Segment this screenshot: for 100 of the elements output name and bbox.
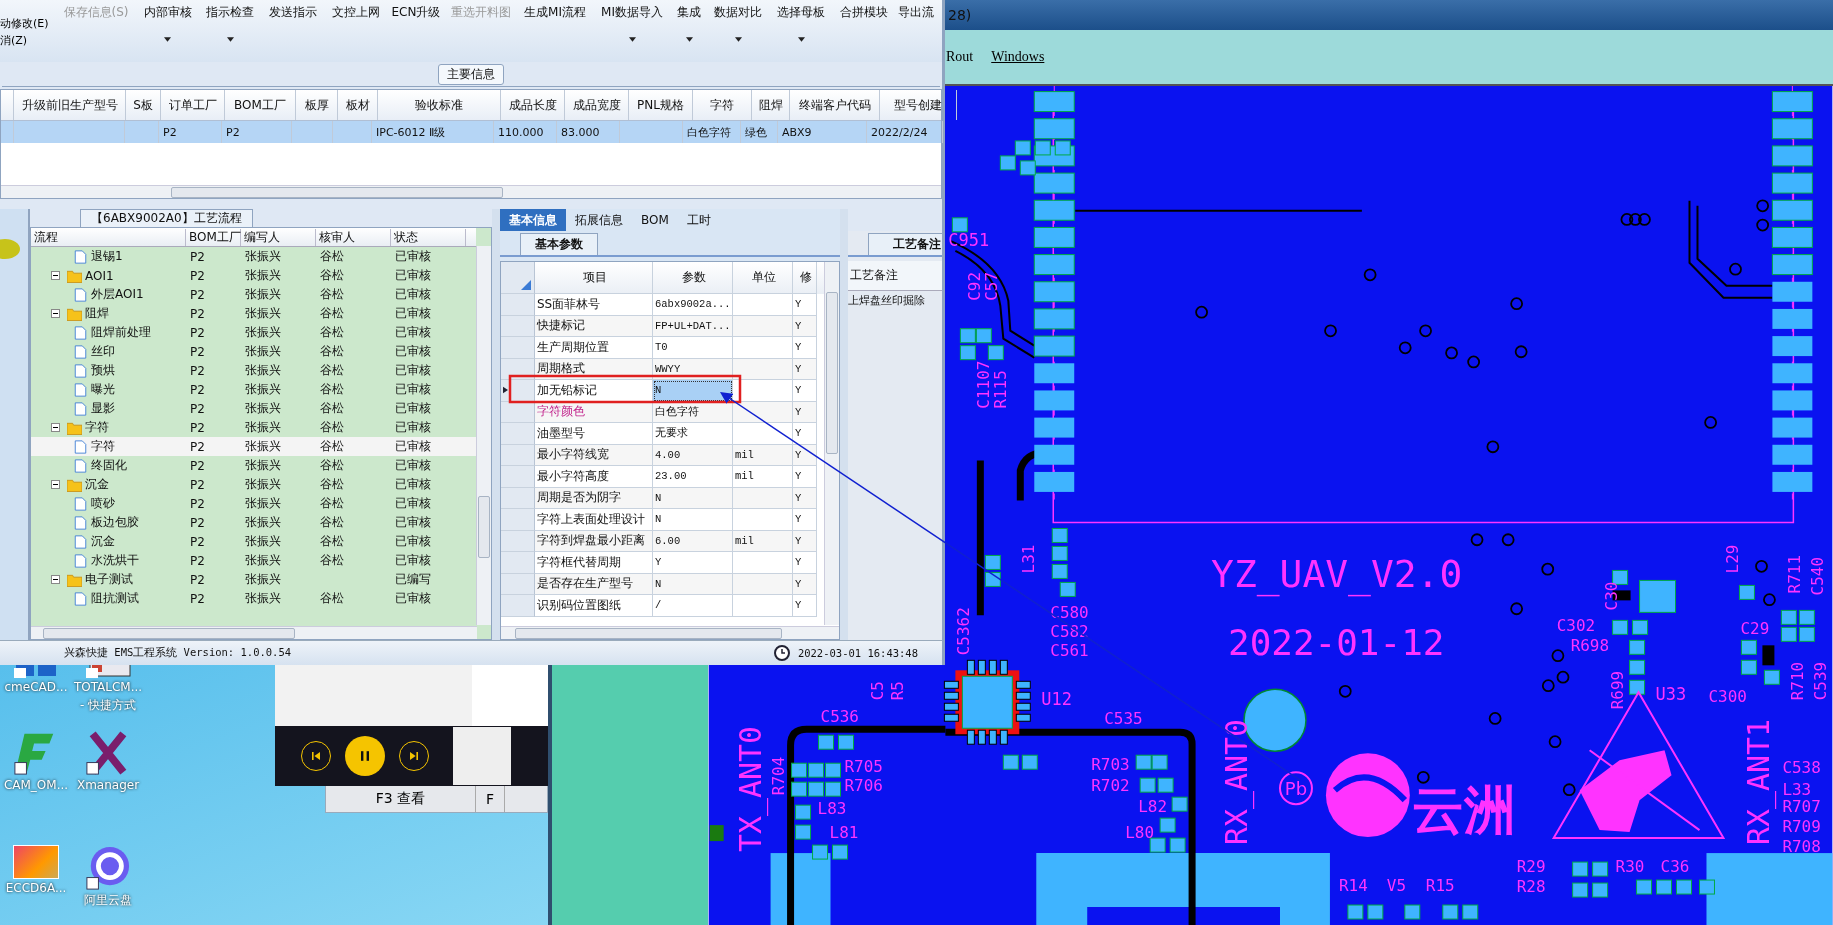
tree-item-label: 喷砂 [91, 495, 115, 512]
column-header[interactable]: 终端客户代码 [790, 90, 880, 120]
silkscreen-label: R28 [1516, 877, 1546, 897]
tree-row[interactable]: AOI1 P2 张振兴 谷松 已审核 [31, 266, 476, 285]
column-header[interactable]: 升级前旧生产型号 [14, 90, 126, 120]
table-cell: P2 [190, 325, 205, 340]
column-header[interactable]: S板 [126, 90, 161, 120]
tree-row[interactable]: 字符 P2 张振兴 谷松 已审核 [31, 418, 476, 437]
table-cell: Y [793, 466, 817, 488]
table-row[interactable]: P2 P2 IPC-6012 Ⅱ级 110.000 83.000 白色字符 绿色 ABX9 2022/2/24 [1, 121, 941, 143]
tree-item-label: 退锡1 [91, 248, 123, 265]
toolbar-button[interactable]: 内部审核 [136, 4, 199, 42]
column-header[interactable]: PNL规格 [629, 90, 693, 120]
column-header[interactable]: 状态 [391, 228, 466, 246]
tree-item-label: 阻抗测试 [91, 590, 139, 607]
column-header[interactable]: BOM工厂 [186, 228, 241, 246]
tree-row[interactable]: 预烘 P2 张振兴 谷松 已审核 [31, 361, 476, 380]
menu-item[interactable]: Rout [944, 49, 976, 65]
column-header[interactable]: 板材 [338, 90, 378, 120]
view-tab[interactable]: F3 查看 [326, 786, 476, 812]
column-header[interactable]: 板厚 [296, 90, 338, 120]
column-header[interactable]: 验收标准 [378, 90, 501, 120]
table-cell: 谷松 [320, 590, 344, 607]
tab[interactable]: 工时 [677, 209, 720, 231]
table-cell: 谷松 [320, 362, 344, 379]
tree-row[interactable]: 水洗烘干 P2 张振兴 谷松 已审核 [31, 551, 476, 570]
tree-item-label: 板边包胶 [91, 514, 139, 531]
column-header[interactable]: 字符 [693, 90, 752, 120]
tree-row[interactable]: 电子测试 P2 张振兴 已编写 [31, 570, 476, 589]
selected-cell[interactable]: N [653, 380, 733, 402]
silkscreen-label: R705 [844, 757, 883, 777]
menu-command[interactable]: 动修改(E) [0, 16, 56, 31]
column-header[interactable]: 单位 [733, 262, 793, 294]
column-header[interactable]: 订单工厂 [161, 90, 225, 120]
tree-row[interactable]: 终固化 P2 张振兴 谷松 已审核 [31, 456, 476, 475]
toolbar-button[interactable]: 选择母板 [769, 4, 833, 42]
toolbar-button[interactable]: 发送指示 [261, 4, 324, 21]
tree-row[interactable]: 阻抗测试 P2 张振兴 谷松 已审核 [31, 589, 476, 608]
table-cell: 白色字符 [653, 401, 733, 423]
menu-command[interactable]: 消(Z) [0, 33, 56, 48]
tree-row[interactable]: 阻焊前处理 P2 张振兴 谷松 已审核 [31, 323, 476, 342]
tab[interactable]: 拓展信息 [566, 209, 632, 231]
tree-row[interactable]: 外层AOI1 P2 张振兴 谷松 已审核 [31, 285, 476, 304]
tab[interactable]: 基本信息 [500, 209, 566, 231]
column-header[interactable]: 型号创建 [880, 90, 957, 120]
toolbar-button[interactable]: ECN升级 [387, 4, 445, 21]
tree-row[interactable]: 退锡1 P2 张振兴 谷松 已审核 [31, 247, 476, 266]
column-header[interactable]: 修 [793, 262, 817, 294]
column-header[interactable]: 参数 [653, 262, 733, 294]
toolbar-button[interactable]: 合拼模块 [833, 4, 895, 21]
table-cell: Y [793, 358, 817, 380]
table-cell: 张振兴 [245, 476, 281, 493]
table-cell: 油墨型号 [535, 423, 653, 445]
column-header[interactable]: 编写人 [241, 228, 316, 246]
tab[interactable]: BOM [632, 209, 678, 231]
column-header[interactable]: 阻焊 [752, 90, 790, 120]
silkscreen-label: R30 [1615, 857, 1645, 877]
table-cell: / [653, 595, 733, 617]
toolbar-button[interactable]: 文控上网 [324, 4, 387, 21]
tree-row[interactable]: 沉金 P2 张振兴 谷松 已审核 [31, 475, 476, 494]
tree-row[interactable]: 喷砂 P2 张振兴 谷松 已审核 [31, 494, 476, 513]
toolbar-button[interactable]: 集成 [671, 4, 707, 42]
table-cell: 已审核 [395, 305, 431, 322]
table-cell: 谷松 [320, 495, 344, 512]
menu-item[interactable]: Windows [989, 49, 1047, 65]
tree-row[interactable]: 曝光 P2 张振兴 谷松 已审核 [31, 380, 476, 399]
tree-row[interactable]: 显影 P2 张振兴 谷松 已审核 [31, 399, 476, 418]
column-header[interactable]: 成品长度 [501, 90, 565, 120]
column-header[interactable]: 核审人 [316, 228, 391, 246]
table-cell: Y [793, 423, 817, 445]
toolbar-button[interactable]: MI数据导入 [593, 4, 671, 42]
table-cell: 谷松 [320, 457, 344, 474]
view-tab[interactable]: F [476, 786, 506, 812]
tree-row[interactable]: 丝印 P2 张振兴 谷松 已审核 [31, 342, 476, 361]
table-cell: 谷松 [320, 419, 344, 436]
table-cell: 谷松 [320, 324, 344, 341]
tree-row[interactable]: 板边包胶 P2 张振兴 谷松 已审核 [31, 513, 476, 532]
table-cell: mil [733, 444, 793, 466]
table-cell: P2 [226, 125, 240, 139]
table-cell: P2 [163, 125, 177, 139]
toolbar-button[interactable]: 生成MI流程 [517, 4, 593, 21]
table-cell: 谷松 [320, 552, 344, 569]
tab[interactable]: 工艺备注 [868, 233, 942, 255]
table-cell: 23.00 [653, 466, 733, 488]
tree-row[interactable]: 阻焊 P2 张振兴 谷松 已审核 [31, 304, 476, 323]
toolbar-button[interactable]: 指示检查 [199, 4, 261, 42]
table-cell: 绿色 [745, 124, 767, 140]
tree-row[interactable]: 沉金 P2 张振兴 谷松 已审核 [31, 532, 476, 551]
table-cell: P2 [190, 515, 205, 530]
tab[interactable]: 基本参数 [520, 233, 598, 255]
column-header[interactable]: BOM工厂 [225, 90, 296, 120]
column-header[interactable]: 流程 [31, 228, 186, 246]
tree-row[interactable]: 字符 P2 张振兴 谷松 已审核 [31, 437, 476, 456]
toolbar-button[interactable]: 导出流 [895, 4, 937, 21]
silkscreen-label: RX_ANT1 [1741, 718, 1777, 846]
column-header[interactable]: 成品宽度 [565, 90, 629, 120]
table-cell: 谷松 [320, 343, 344, 360]
column-header[interactable]: 项目 [535, 262, 653, 294]
toolbar-button[interactable]: 数据对比 [707, 4, 769, 42]
table-cell: 字符框代替周期 [535, 552, 653, 574]
